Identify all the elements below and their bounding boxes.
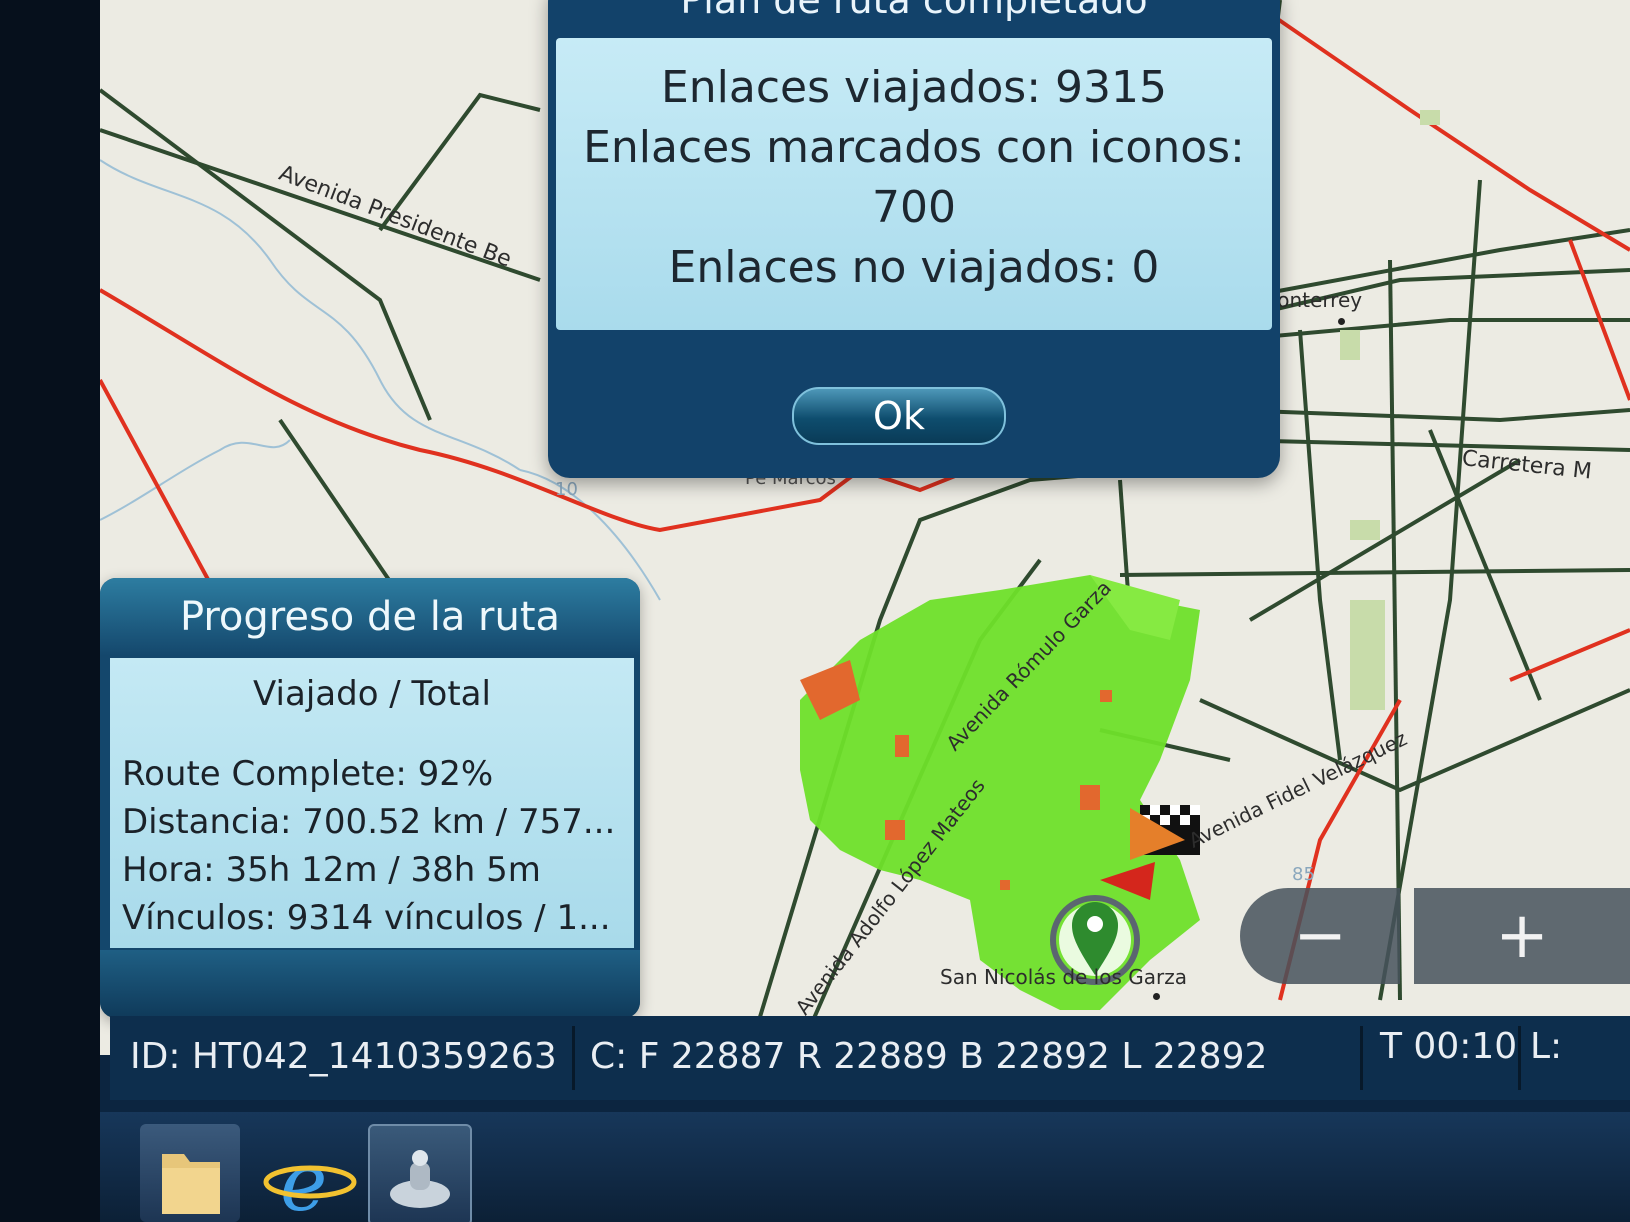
dialog-body: Enlaces viajados: 9315 Enlaces marcados … <box>556 38 1272 330</box>
status-bar: ID: HT042_1410359263 C: F 22887 R 22889 … <box>110 1016 1630 1100</box>
device-id: ID: HT042_1410359263 <box>130 1036 557 1077</box>
timer: T 00:10 <box>1380 1026 1518 1067</box>
navigation-app-icon[interactable] <box>368 1124 472 1222</box>
scale-marker: 85 <box>1292 864 1315 885</box>
links-text: Vínculos: 9314 vínculos / 1... <box>122 898 611 938</box>
city-dot <box>1338 318 1345 325</box>
folder-icon[interactable] <box>140 1124 240 1222</box>
time-text: Hora: 35h 12m / 38h 5m <box>122 850 541 890</box>
dialog-title: Plan de ruta completado <box>680 0 1148 22</box>
internet-explorer-icon[interactable]: e <box>260 1124 360 1222</box>
scale-marker: 10 <box>555 479 578 500</box>
counter-values: C: F 22887 R 22889 B 22892 L 22892 <box>590 1036 1268 1077</box>
status-divider <box>572 1026 575 1090</box>
route-completed-dialog: Plan de ruta completado Enlaces viajados… <box>548 0 1280 478</box>
panel-footer <box>100 950 640 1018</box>
panel-title: Progreso de la ruta <box>100 578 640 656</box>
links-flagged-text: Enlaces marcados con iconos: <box>583 122 1245 173</box>
status-divider <box>1360 1026 1363 1090</box>
city-dot <box>1153 993 1160 1000</box>
svg-text:e: e <box>280 1136 327 1222</box>
l-indicator: L: <box>1530 1026 1563 1067</box>
ok-button[interactable]: Ok <box>792 387 1006 445</box>
zoom-out-button[interactable]: − <box>1240 888 1400 984</box>
app-screen: 10 100 85 <box>100 0 1630 1222</box>
taskbar: e <box>100 1112 1630 1222</box>
park-areas <box>1340 110 1440 710</box>
city-label-san-nicolas: San Nicolás de los Garza <box>940 965 1187 989</box>
zoom-in-button[interactable]: + <box>1414 888 1630 984</box>
traveled-total-header: Viajado / Total <box>253 674 491 714</box>
links-traveled-text: Enlaces viajados: 9315 <box>660 62 1168 113</box>
status-divider <box>1518 1026 1521 1090</box>
route-complete-text: Route Complete: 92% <box>122 754 494 794</box>
links-not-traveled-text: Enlaces no viajados: 0 <box>668 242 1160 293</box>
links-flagged-count: 700 <box>872 182 956 233</box>
panel-body: Viajado / Total Route Complete: 92% Dist… <box>110 658 634 948</box>
route-progress-panel: Progreso de la ruta Viajado / Total Rout… <box>100 578 640 1018</box>
distance-text: Distancia: 700.52 km / 757... <box>122 802 616 842</box>
